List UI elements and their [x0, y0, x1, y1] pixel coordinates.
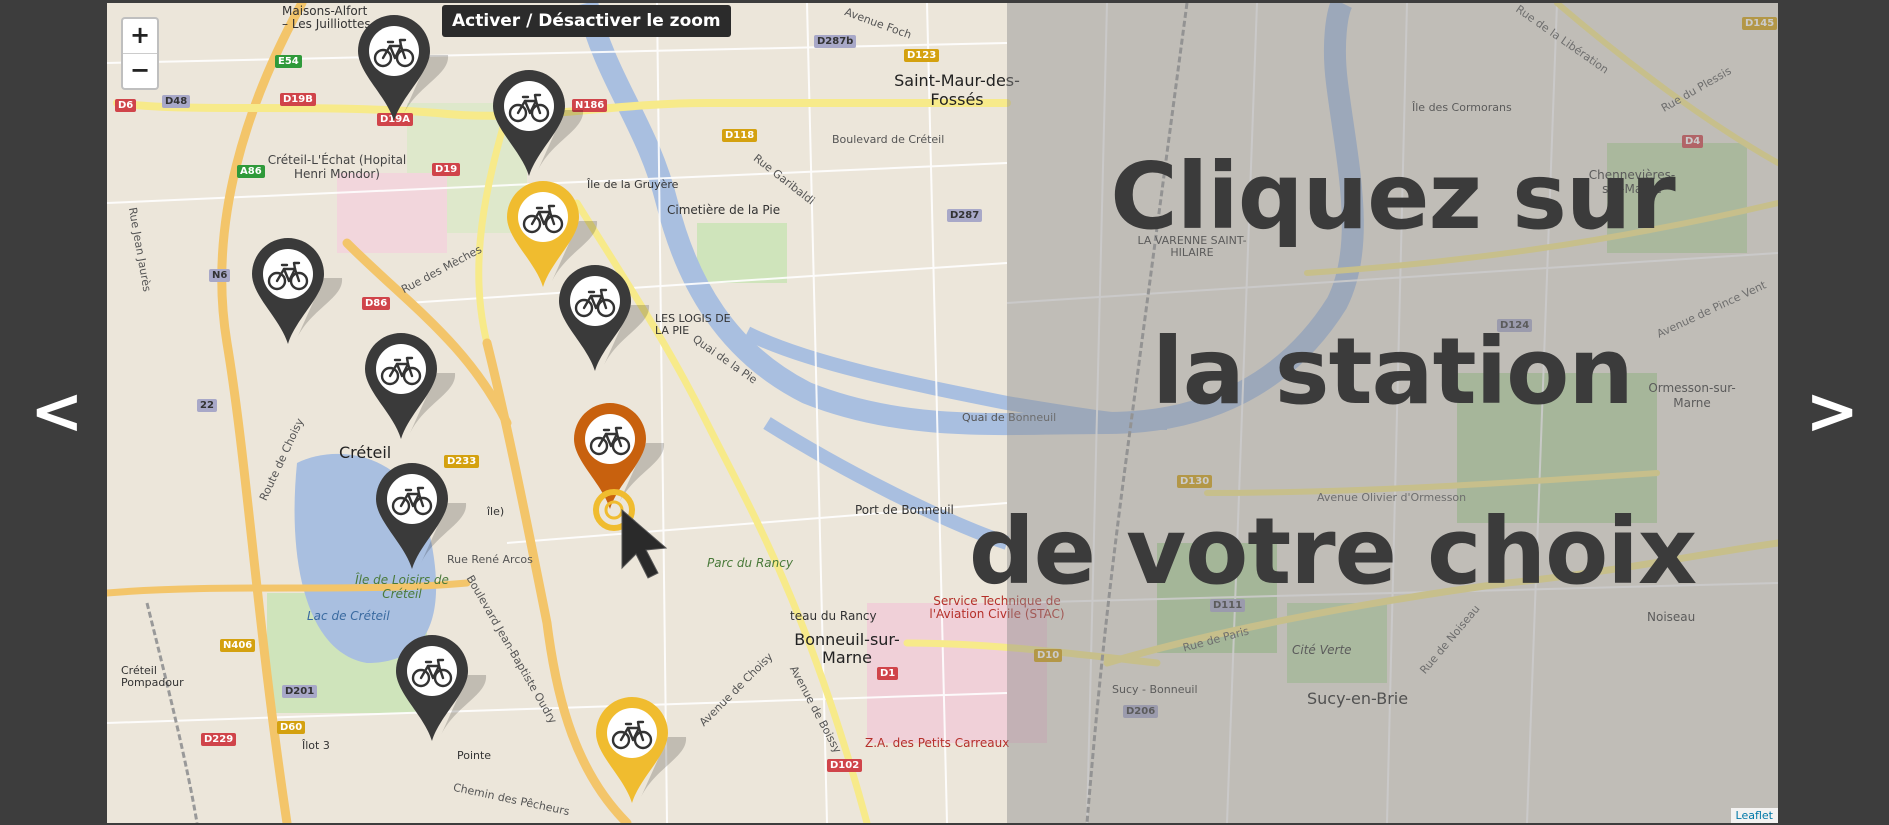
shield-d123: D123: [904, 49, 940, 62]
instruction-line-1: Cliquez sur: [1110, 143, 1676, 250]
label-pointe: Pointe: [457, 749, 492, 762]
shield-d287b: D287b: [814, 35, 857, 48]
map-attribution[interactable]: Leaflet: [1730, 808, 1778, 823]
road-bd-creteil: Boulevard de Créteil: [832, 133, 945, 146]
bicycle-pin-icon: [252, 238, 343, 344]
label-saint-maur: Saint-Maur-des-Fossés: [894, 71, 1020, 109]
shield-d287: D287: [947, 209, 983, 222]
shield-d60: N406: [220, 639, 256, 652]
zoom-out-button[interactable]: −: [123, 53, 157, 88]
bicycle-pin-icon: [493, 70, 584, 176]
next-arrow[interactable]: >: [1805, 380, 1859, 444]
label-ile: île): [487, 505, 505, 518]
label-chateau-rancy: teau du Rancy: [790, 609, 877, 623]
bicycle-pin-icon: [365, 333, 456, 439]
shield-23: 22: [197, 399, 217, 412]
station-marker[interactable]: [596, 697, 687, 807]
label-cimetiere: Cimetière de la Pie: [667, 203, 781, 217]
shield-d118: D118: [722, 129, 758, 142]
bicycle-pin-icon: [559, 265, 650, 371]
instruction-line-2: la station: [1152, 318, 1634, 425]
cursor-pointer-icon: [593, 489, 668, 579]
zoom-toggle-tooltip[interactable]: Activer / Désactiver le zoom: [442, 5, 731, 37]
station-marker[interactable]: [396, 635, 487, 745]
shield-d19b: D19B: [280, 93, 316, 106]
shield-d86: D86: [362, 297, 391, 310]
station-marker[interactable]: [493, 70, 584, 180]
label-petits-carreaux: Z.A. des Petits Carreaux: [865, 736, 1010, 750]
station-marker[interactable]: [365, 333, 456, 443]
shield-d6: D6: [115, 99, 137, 112]
shield-d102: D60: [277, 721, 306, 734]
shield-e54: E54: [275, 55, 302, 68]
shield-n6: D229: [201, 733, 237, 746]
previous-arrow[interactable]: <: [30, 380, 84, 444]
label-port-bonneuil: Port de Bonneuil: [855, 503, 954, 517]
station-marker[interactable]: [559, 265, 650, 375]
label-bonneuil: Bonneuil-sur-Marne: [794, 630, 900, 667]
shield-d19: D19: [432, 163, 461, 176]
shield-22: N6: [209, 269, 231, 282]
shield-d1: D102: [827, 759, 863, 772]
station-map[interactable]: Maisons-Alfort – Les Juilliottes Saint-M…: [107, 3, 1778, 823]
shield-d10: D1: [877, 667, 899, 680]
label-creteil-lechat: Créteil-L'Échat (Hopital Henri Mondor): [267, 153, 407, 181]
shield-d48: D48: [162, 95, 191, 108]
label-lac-creteil: Lac de Créteil: [307, 609, 390, 623]
bicycle-pin-icon: [396, 635, 487, 741]
bicycle-pin-icon: [376, 463, 467, 569]
label-ile-loisirs: Île de Loisirs de Créteil: [355, 573, 449, 601]
shield-a86: A86: [237, 165, 265, 178]
label-creteil-pompadour: Créteil Pompadour: [121, 664, 184, 689]
station-marker[interactable]: [376, 463, 467, 573]
shield-n406: D201: [282, 685, 318, 698]
zoom-control: + −: [121, 17, 159, 90]
bicycle-pin-icon: [596, 697, 687, 803]
instruction-overlay: Cliquez sur la station de votre choix: [969, 3, 1778, 823]
label-logis: LES LOGIS DE LA PIE: [655, 312, 731, 337]
station-marker[interactable]: [358, 15, 449, 125]
station-marker[interactable]: [252, 238, 343, 348]
zoom-in-button[interactable]: +: [123, 19, 157, 53]
label-parc-rancy: Parc du Rancy: [707, 556, 793, 570]
label-creteil: Créteil: [339, 443, 392, 462]
label-ilot3: Îlot 3: [302, 739, 330, 752]
instruction-line-3: de votre choix: [968, 498, 1697, 605]
